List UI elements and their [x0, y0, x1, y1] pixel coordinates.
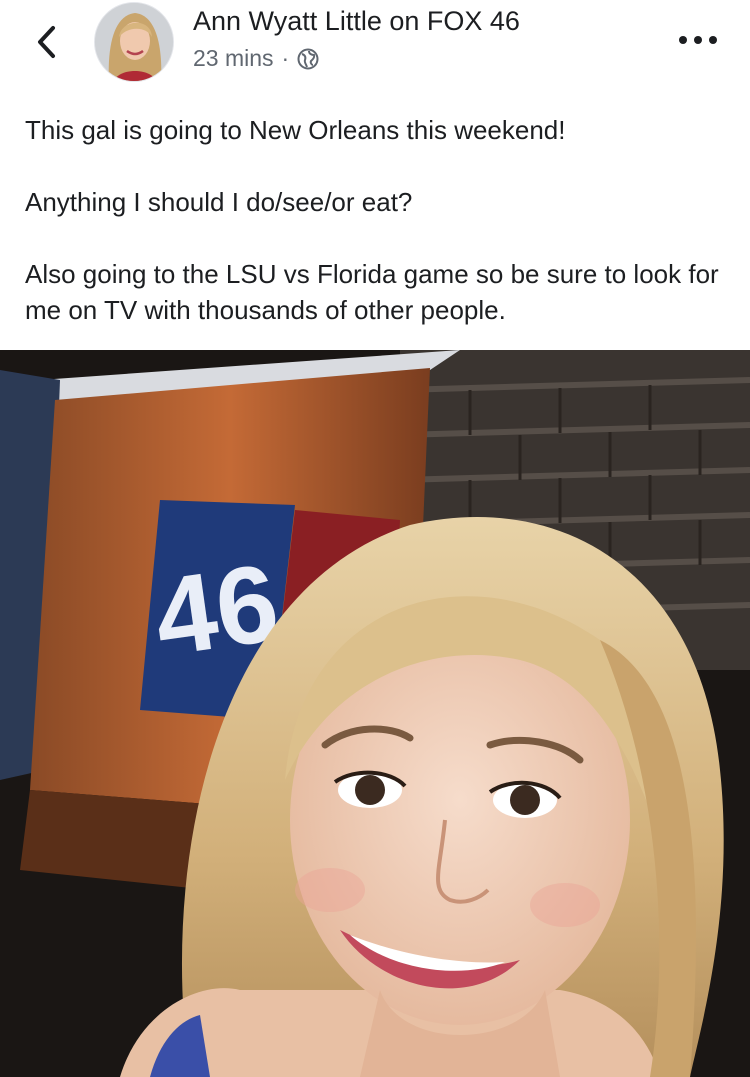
author-name[interactable]: Ann Wyatt Little on FOX 46 [193, 6, 520, 37]
more-options-button[interactable] [674, 26, 722, 56]
post-paragraph: This gal is going to New Orleans this we… [25, 115, 566, 145]
more-horizontal-icon [678, 32, 718, 50]
chevron-left-icon [35, 25, 57, 64]
post-paragraph: Anything I should I do/see/or eat? [25, 187, 413, 217]
globe-icon [297, 48, 319, 70]
post-meta: 23 mins · [193, 45, 319, 72]
back-button[interactable] [24, 22, 68, 66]
post-photo[interactable]: 46 [0, 350, 750, 1077]
post-header: Ann Wyatt Little on FOX 46 23 mins · [0, 0, 750, 100]
post-body: This gal is going to New Orleans this we… [25, 112, 725, 328]
avatar[interactable] [94, 2, 174, 82]
meta-separator: · [281, 45, 290, 71]
post-paragraph: Also going to the LSU vs Florida game so… [25, 259, 719, 325]
post-timestamp[interactable]: 23 mins [193, 45, 274, 72]
